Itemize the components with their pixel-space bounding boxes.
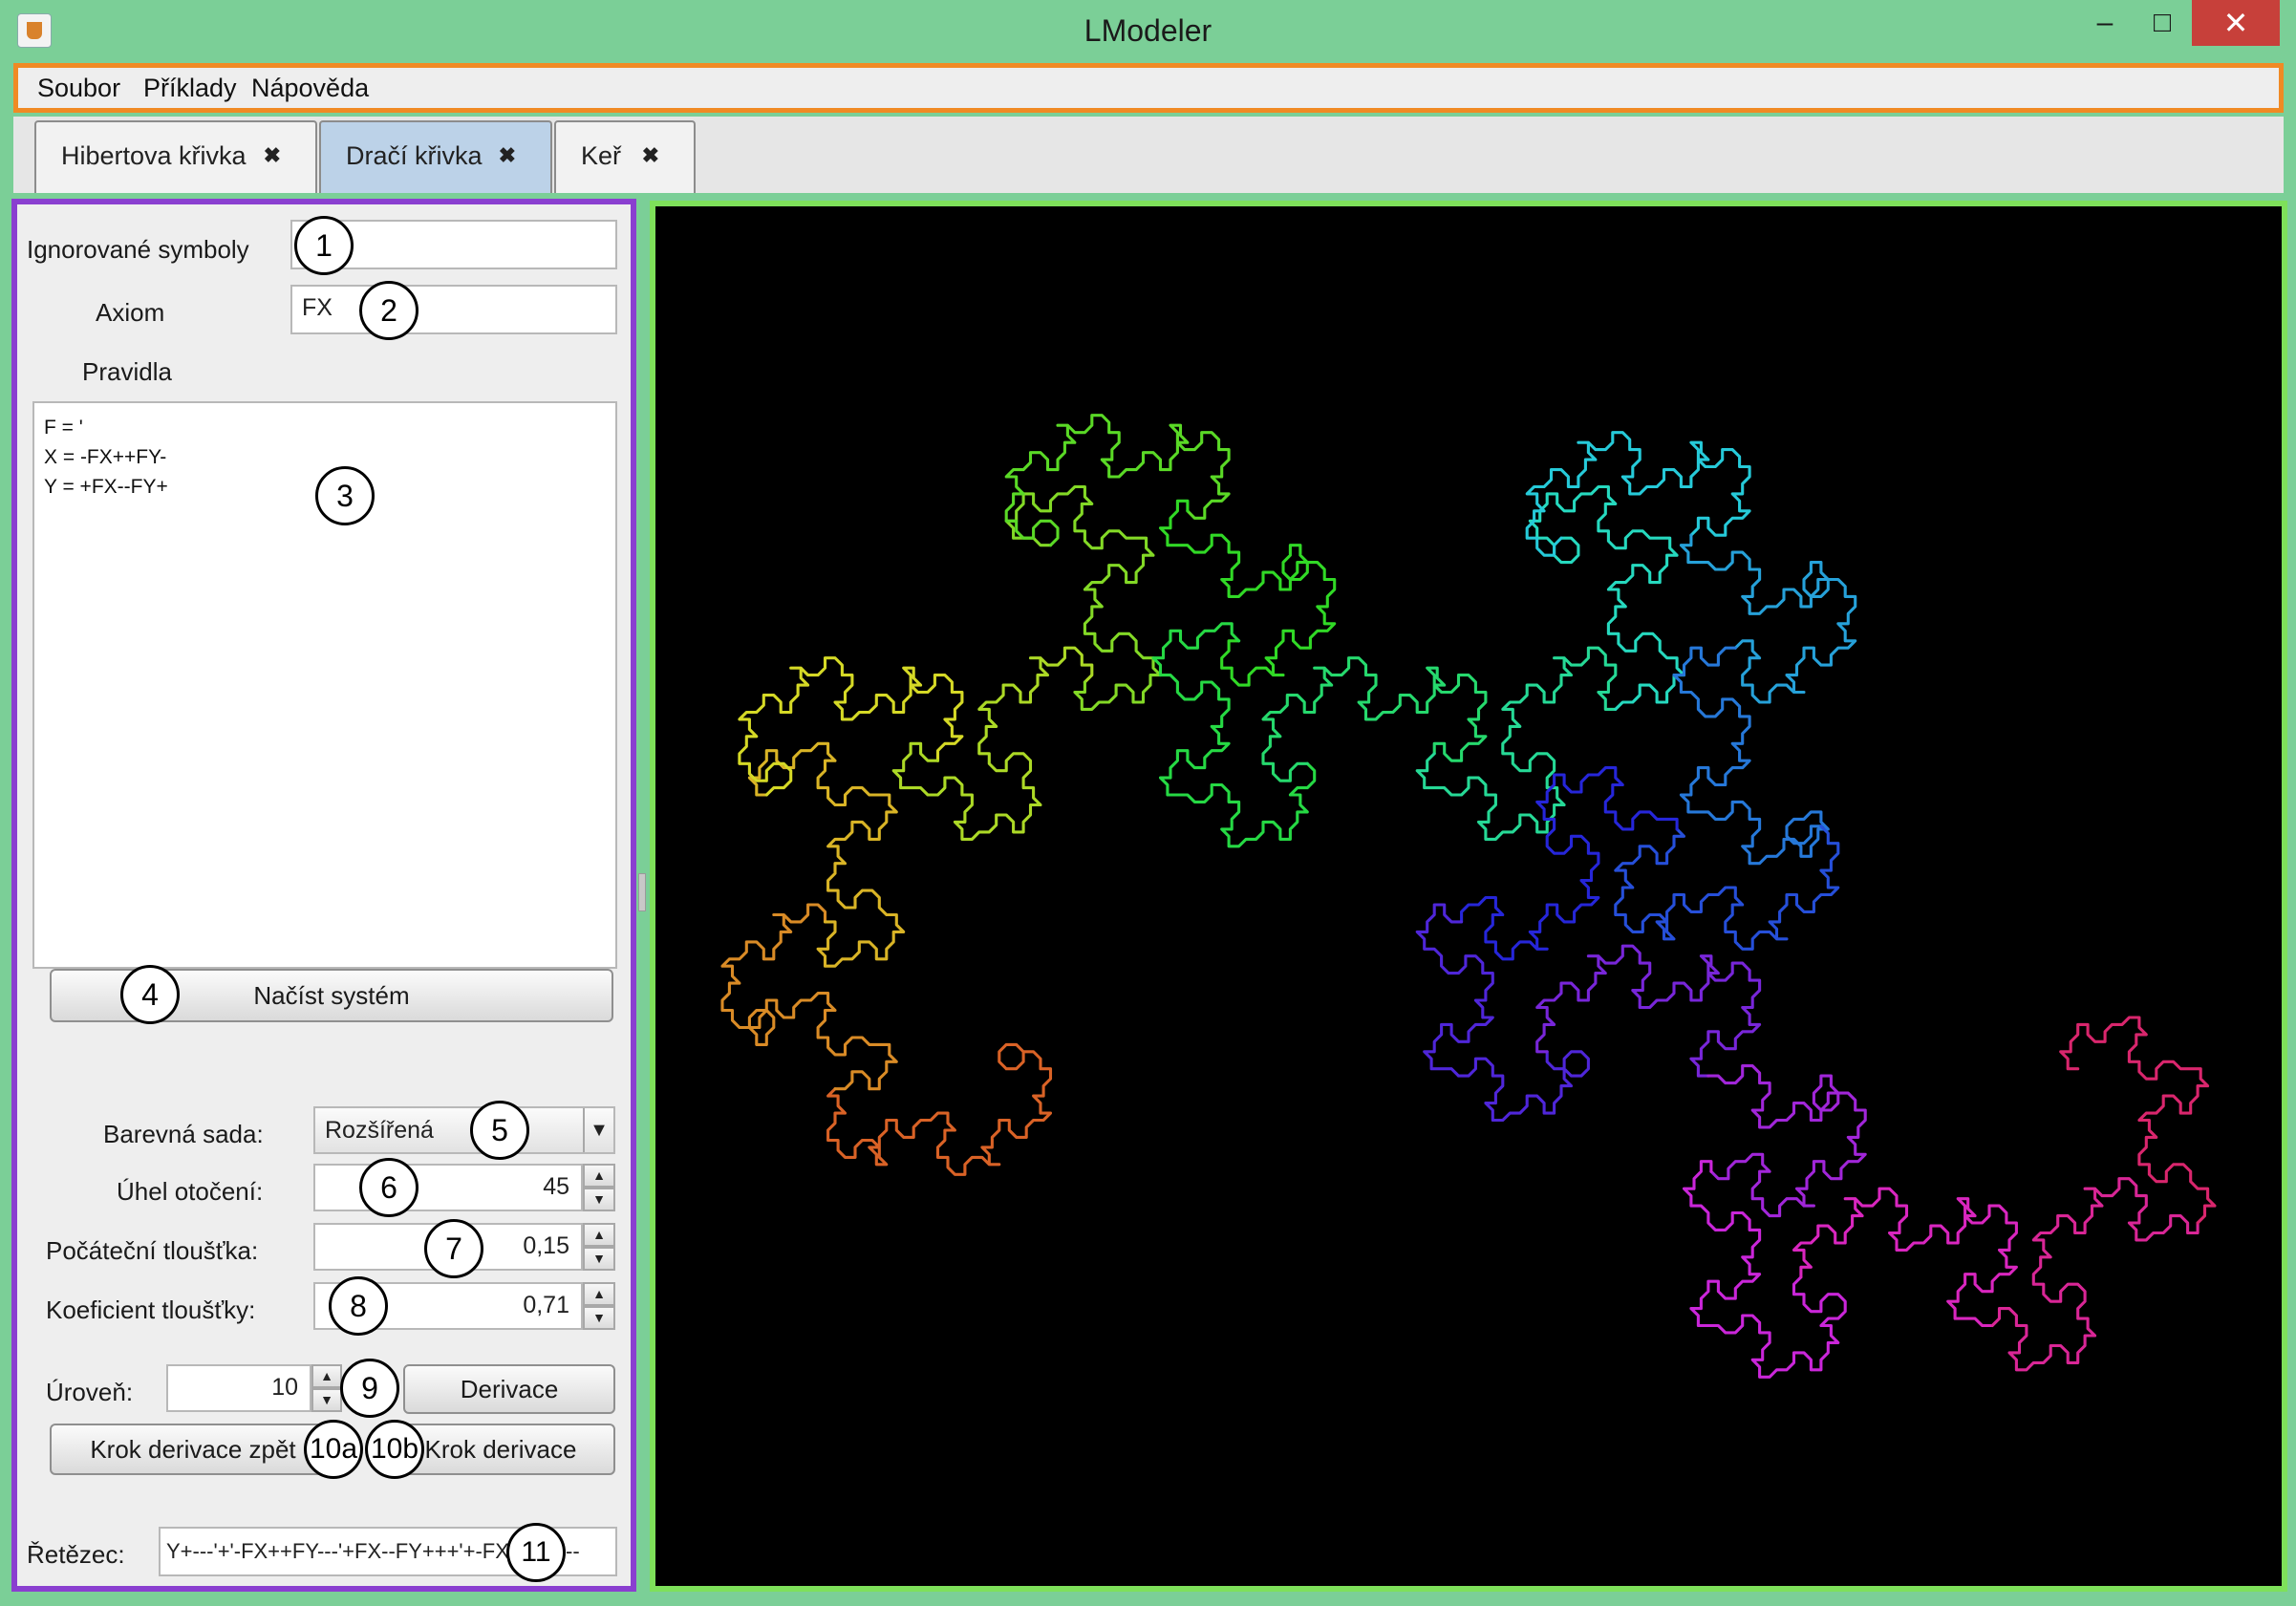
menu-bar: Soubor Příklady Nápověda (13, 63, 2284, 113)
callout-10a: 10a (304, 1420, 363, 1479)
rules-label: Pravidla (82, 357, 172, 386)
tab-dragon[interactable]: Dračí křivka ✖ (319, 120, 552, 193)
dragon-segment (1706, 1064, 1867, 1218)
callout-11: 11 (506, 1523, 566, 1582)
dragon-segment (1004, 414, 1231, 547)
dragon-segment (1679, 533, 1857, 704)
dragon-segment (747, 741, 906, 968)
spin-up-icon[interactable]: ▲ (583, 1164, 615, 1188)
dragon-segment (738, 656, 964, 797)
tab-bush[interactable]: Keř ✖ (554, 120, 696, 193)
callout-7: 7 (424, 1219, 483, 1278)
render-canvas[interactable] (650, 201, 2287, 1592)
dragon-segment (1990, 1177, 2199, 1372)
dragon-curve-render (720, 414, 2217, 1379)
spin-down-icon[interactable]: ▼ (583, 1188, 615, 1211)
menu-soubor[interactable]: Soubor (37, 68, 120, 108)
callout-8: 8 (329, 1276, 388, 1336)
dragon-segment (1535, 944, 1762, 1078)
dragon-segment (1614, 824, 1840, 951)
level-label: Úroveň: (46, 1378, 134, 1406)
callout-10b: 10b (365, 1420, 424, 1479)
tab-hilbert[interactable]: Hibertova křivka ✖ (34, 120, 317, 193)
spin-up-icon[interactable]: ▲ (583, 1282, 615, 1306)
callout-3: 3 (315, 466, 375, 525)
rule-line: X = -FX++FY- (44, 446, 167, 468)
spin-down-icon[interactable]: ▼ (583, 1306, 615, 1330)
minimize-button[interactable]: – (2075, 0, 2135, 46)
dragon-segment (1460, 766, 1679, 961)
dragon-segment (1792, 1187, 2018, 1328)
callout-2: 2 (359, 281, 418, 340)
callout-5: 5 (470, 1101, 529, 1160)
derive-button[interactable]: Derivace (403, 1364, 615, 1414)
level-input[interactable]: 10 (166, 1364, 311, 1412)
dragon-segment (826, 1042, 1053, 1176)
tab-strip: Hibertova křivka ✖ Dračí křivka ✖ Keř ✖ (13, 117, 2284, 193)
spin-up-icon[interactable]: ▲ (583, 1223, 615, 1247)
window-title: LModeler (1084, 13, 1212, 48)
color-set-label: Barevná sada: (103, 1120, 264, 1148)
spin-up-icon[interactable]: ▲ (311, 1364, 342, 1388)
spin-down-icon[interactable]: ▼ (583, 1247, 615, 1271)
thickness-coef-label: Koeficient tloušťky: (46, 1296, 256, 1324)
settings-panel: Ignorované symboly Axiom FX Pravidla F =… (11, 199, 636, 1592)
color-set-select[interactable]: Rozšířená ▼ (313, 1106, 615, 1154)
color-set-value: Rozšířená (325, 1117, 434, 1144)
dragon-segment (1151, 622, 1317, 848)
dragon-segment (1004, 484, 1163, 711)
close-tab-icon[interactable]: ✖ (264, 122, 281, 189)
callout-1: 1 (294, 216, 354, 275)
dragon-segment (1415, 903, 1590, 1123)
rule-line: Y = +FX--FY+ (44, 476, 168, 498)
dragon-segment (1525, 431, 1751, 557)
dragon-segment (1261, 656, 1488, 782)
close-tab-icon[interactable]: ✖ (499, 122, 516, 189)
dragon-segment (1415, 646, 1618, 841)
tab-label: Dračí křivka (346, 141, 483, 170)
callout-4: 4 (120, 965, 180, 1024)
axiom-label: Axiom (96, 298, 165, 327)
dragon-segment (1528, 484, 1686, 711)
axiom-input[interactable]: FX (290, 285, 617, 334)
dragon-segment (1158, 499, 1337, 687)
spin-down-icon[interactable]: ▼ (311, 1388, 342, 1412)
callout-6: 6 (359, 1158, 418, 1217)
close-button[interactable]: ✕ (2192, 0, 2280, 46)
dragon-segment (1672, 646, 1830, 866)
step-back-button[interactable]: Krok derivace zpět (50, 1424, 336, 1475)
angle-input[interactable]: 45 (313, 1164, 583, 1211)
rule-line: F = ' (44, 417, 83, 439)
close-tab-icon[interactable]: ✖ (642, 122, 659, 189)
dragon-segment (720, 903, 898, 1091)
chevron-down-icon[interactable]: ▼ (583, 1108, 613, 1152)
ignored-symbols-label: Ignorované symboly (27, 235, 249, 264)
splitter-handle[interactable] (638, 873, 646, 911)
dragon-segment (1682, 1160, 1847, 1379)
angle-label: Úhel otočení: (117, 1177, 264, 1206)
tab-label: Keř (581, 141, 622, 170)
dragon-segment (891, 646, 1094, 841)
menu-napoveda[interactable]: Nápověda (251, 68, 369, 108)
tab-label: Hibertova křivka (61, 141, 247, 170)
maximize-button[interactable]: □ (2133, 0, 2192, 46)
menu-priklady[interactable]: Příklady (143, 68, 237, 108)
callout-9: 9 (340, 1359, 399, 1418)
start-thickness-label: Počáteční tloušťka: (46, 1236, 259, 1265)
string-label: Řetězec: (27, 1540, 125, 1569)
